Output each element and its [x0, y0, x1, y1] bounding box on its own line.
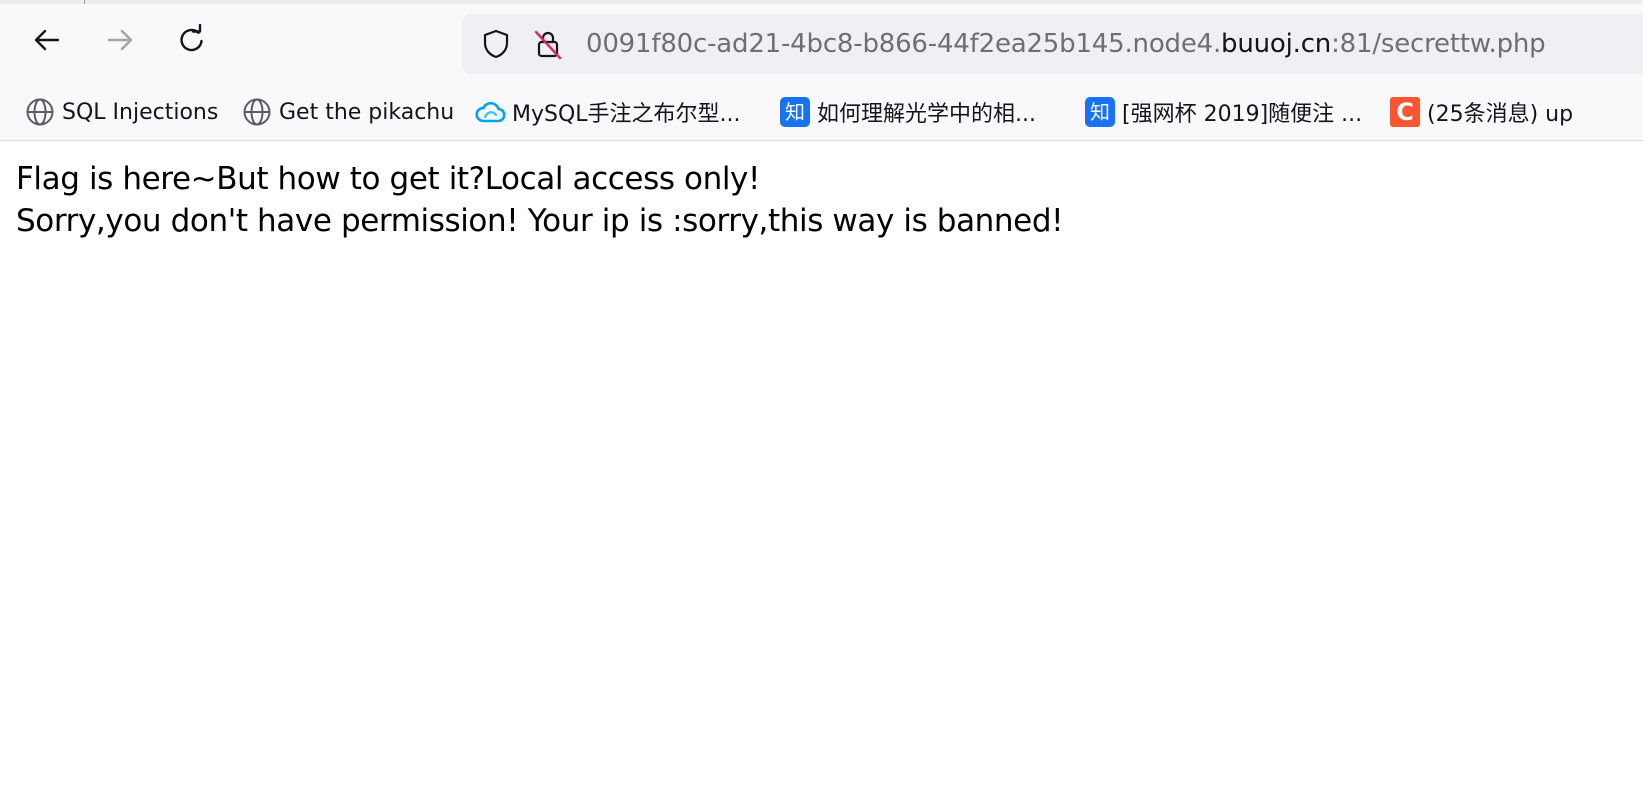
bookmark-label: 如何理解光学中的相... [817, 102, 1036, 127]
cloud-icon [474, 96, 506, 128]
navigation-toolbar: 0091f80c-ad21-4bc8-b866-44f2ea25b145.nod… [0, 4, 1643, 86]
csdn-icon-glyph: C [1390, 97, 1420, 127]
bookmark-qwb-2019[interactable]: 知 [强网杯 2019]随便注 ... [1084, 94, 1362, 130]
address-bar[interactable]: 0091f80c-ad21-4bc8-b866-44f2ea25b145.nod… [462, 14, 1643, 74]
insecure-lock-icon[interactable] [532, 28, 564, 60]
globe-icon [241, 96, 273, 128]
zhihu-icon: 知 [779, 96, 811, 128]
url-prefix: 0091f80c-ad21-4bc8-b866-44f2ea25b145.nod… [586, 29, 1222, 59]
zhihu-icon-glyph: 知 [780, 97, 810, 127]
browser-chrome: 0091f80c-ad21-4bc8-b866-44f2ea25b145.nod… [0, 0, 1643, 141]
bookmark-label: SQL Injections [62, 99, 219, 125]
url-host: buuoj.cn [1221, 29, 1332, 59]
url-suffix: :81/secrettw.php [1331, 29, 1546, 59]
csdn-icon: C [1389, 96, 1421, 128]
reload-button[interactable] [172, 20, 212, 60]
bookmark-sql-injections[interactable]: SQL Injections [24, 94, 218, 130]
bookmark-mysql-boolean[interactable]: MySQL手注之布尔型... [474, 94, 741, 130]
globe-icon [24, 96, 56, 128]
arrow-right-icon [107, 29, 133, 51]
bookmark-label: [强网杯 2019]随便注 ... [1122, 102, 1363, 127]
shield-icon[interactable] [480, 28, 512, 60]
bookmark-csdn-messages[interactable]: C (25条消息) up [1389, 94, 1573, 130]
bookmark-optics[interactable]: 知 如何理解光学中的相... [779, 94, 1036, 130]
zhihu-icon-glyph: 知 [1085, 97, 1115, 127]
url-text[interactable]: 0091f80c-ad21-4bc8-b866-44f2ea25b145.nod… [586, 26, 1546, 62]
arrow-left-icon [34, 29, 60, 51]
bookmark-label: Get the pikachu [279, 99, 455, 125]
bookmark-label: (25条消息) up [1427, 102, 1574, 127]
permission-message: Sorry,you don't have permission! Your ip… [16, 203, 1064, 239]
page-content: Flag is here~But how to get it?Local acc… [16, 158, 1064, 242]
reload-icon [180, 24, 203, 52]
bookmark-label: MySQL手注之布尔型... [512, 102, 741, 127]
flag-message: Flag is here~But how to get it?Local acc… [16, 161, 761, 197]
bookmarks-toolbar: SQL Injections Get the pikachu MySQL手注之布… [0, 90, 1643, 136]
forward-button[interactable] [100, 20, 140, 60]
back-button[interactable] [27, 20, 67, 60]
bookmark-get-the-pikachu[interactable]: Get the pikachu [241, 94, 454, 130]
zhihu-icon: 知 [1084, 96, 1116, 128]
